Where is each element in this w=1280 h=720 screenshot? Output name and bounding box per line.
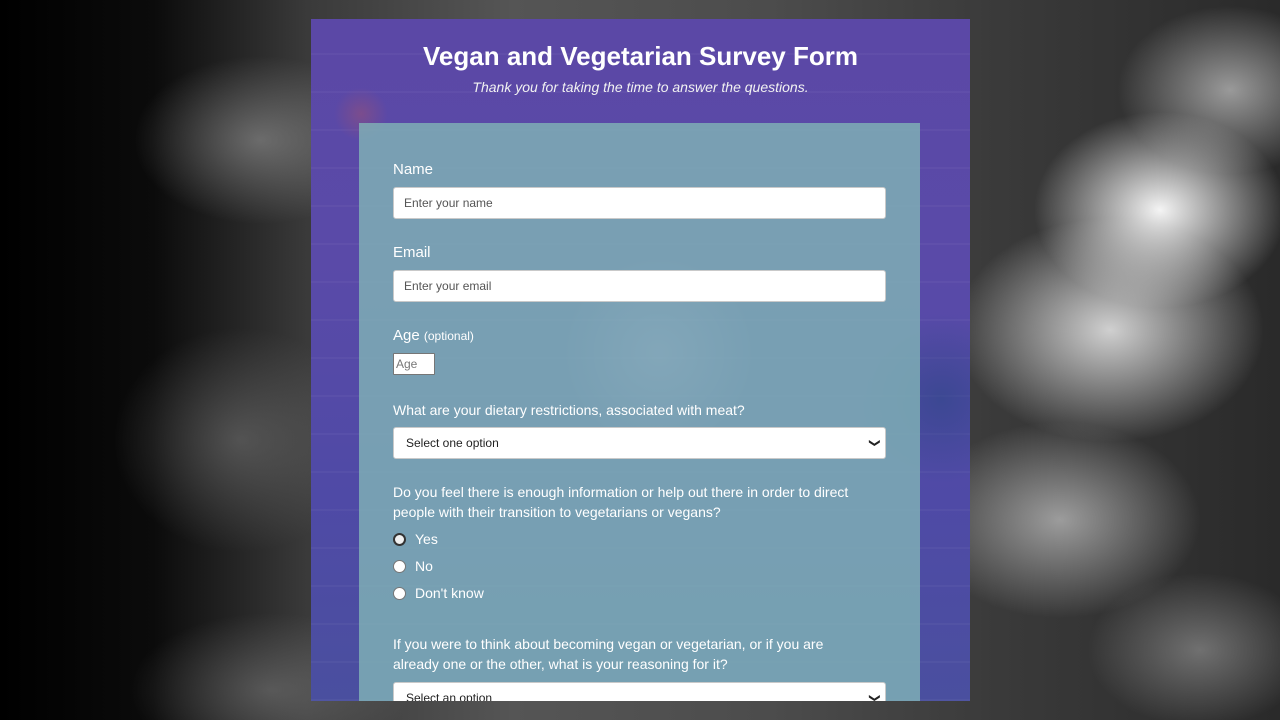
radio-option-no[interactable]: No xyxy=(393,556,433,576)
reasoning-question: If you were to think about becoming vega… xyxy=(393,636,824,672)
radio-no-label: No xyxy=(415,558,433,574)
info-question: Do you feel there is enough information … xyxy=(393,484,849,520)
radio-dont-know[interactable] xyxy=(393,586,406,600)
chevron-down-icon: ❯ xyxy=(868,438,881,448)
age-label-group: Age (optional) xyxy=(393,326,474,346)
reasoning-select-value: Select an option xyxy=(406,691,493,701)
dietary-question: What are your dietary restrictions, asso… xyxy=(393,402,745,418)
radio-option-dont-know[interactable]: Don't know xyxy=(393,583,484,603)
age-label: Age xyxy=(393,327,420,344)
radio-option-yes[interactable]: Yes xyxy=(393,529,438,549)
name-input[interactable] xyxy=(393,187,886,219)
age-input[interactable] xyxy=(393,353,435,375)
dietary-select-value: Select one option xyxy=(406,436,499,450)
radio-yes-label: Yes xyxy=(415,531,438,547)
survey-form: Name Email Age (optional) What are your … xyxy=(359,123,920,701)
page-title: Vegan and Vegetarian Survey Form xyxy=(423,41,858,71)
age-optional-note: (optional) xyxy=(423,329,474,343)
radio-dont-know-label: Don't know xyxy=(415,585,484,601)
email-label: Email xyxy=(393,244,431,261)
radio-yes[interactable] xyxy=(393,532,406,546)
chevron-down-icon: ❯ xyxy=(868,693,881,701)
survey-card: Vegan and Vegetarian Survey Form Thank y… xyxy=(311,19,970,701)
name-label: Name xyxy=(393,161,434,178)
page-subtitle: Thank you for taking the time to answer … xyxy=(472,79,809,95)
reasoning-select[interactable]: Select an option ❯ xyxy=(393,682,886,701)
radio-no[interactable] xyxy=(393,559,406,573)
dietary-select[interactable]: Select one option ❯ xyxy=(393,427,886,459)
email-input[interactable] xyxy=(393,270,886,302)
